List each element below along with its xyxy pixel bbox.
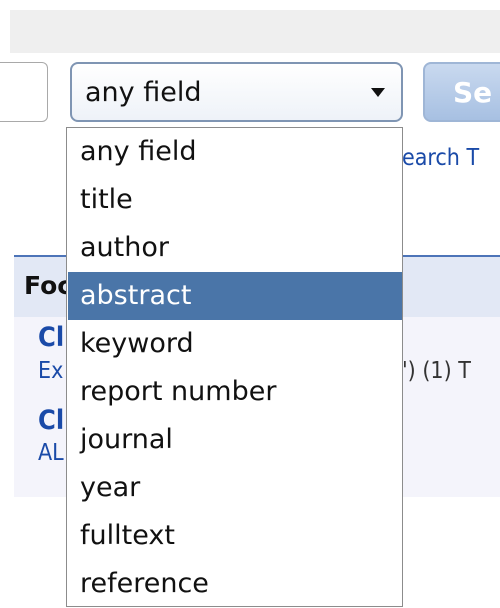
- result-detail-link[interactable]: Ex: [38, 358, 63, 384]
- field-select-value: any field: [85, 77, 202, 108]
- search-button-label: Se: [453, 76, 493, 109]
- result-detail-link[interactable]: AL: [38, 440, 64, 466]
- option-journal[interactable]: journal: [68, 416, 402, 464]
- option-title[interactable]: title: [68, 176, 402, 224]
- result-title-link[interactable]: Cl: [38, 405, 64, 436]
- result-count-text: ') (1) T: [402, 358, 471, 384]
- field-dropdown-list[interactable]: any field title author abstract keyword …: [66, 127, 403, 607]
- search-input[interactable]: [0, 62, 48, 122]
- option-any-field[interactable]: any field: [68, 128, 402, 176]
- field-select[interactable]: any field: [70, 62, 403, 122]
- search-tips-link[interactable]: earch T: [402, 145, 479, 171]
- option-reference[interactable]: reference: [68, 560, 402, 608]
- search-button[interactable]: Se: [423, 62, 500, 122]
- top-strip: [10, 10, 500, 53]
- top-bar: [0, 0, 500, 53]
- option-year[interactable]: year: [68, 464, 402, 512]
- result-title-link[interactable]: Cl: [38, 322, 64, 353]
- option-abstract[interactable]: abstract: [68, 272, 402, 320]
- option-fulltext[interactable]: fulltext: [68, 512, 402, 560]
- results-title: Foc: [24, 271, 73, 300]
- option-report-number[interactable]: report number: [68, 368, 402, 416]
- chevron-down-icon: [371, 88, 385, 97]
- option-author[interactable]: author: [68, 224, 402, 272]
- option-keyword[interactable]: keyword: [68, 320, 402, 368]
